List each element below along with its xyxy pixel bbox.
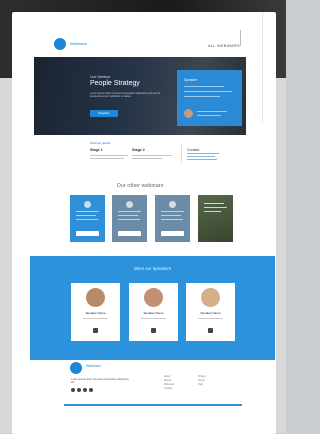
webinar-text-line	[204, 211, 221, 213]
speaker-role-line	[141, 318, 166, 320]
webinar-card-button[interactable]	[161, 231, 184, 236]
hero-tag: Live Webinar	[90, 75, 111, 79]
nav-separator	[240, 30, 241, 46]
webinar-icon	[126, 201, 133, 208]
footer-link[interactable]: Events	[164, 379, 171, 382]
speaker-profile: Speaker Name	[71, 283, 120, 341]
info-section-label: Webinar details	[90, 141, 111, 145]
webinar-card[interactable]	[155, 195, 190, 242]
info-link-line[interactable]	[187, 159, 217, 161]
speaker-profile: Speaker Name	[186, 283, 235, 341]
footer-description: Lorem ipsum dolor sit amet consectetur a…	[71, 378, 129, 385]
webinar-text-line	[204, 203, 224, 205]
speaker-avatar	[184, 109, 193, 118]
info-col2-line	[132, 155, 172, 157]
speaker-text-line	[184, 86, 224, 88]
logo-text[interactable]: Webinars	[70, 41, 87, 46]
info-col1-line	[90, 158, 124, 160]
footer-link[interactable]: Contact	[164, 387, 172, 390]
nav-all-webinars-link[interactable]: ALL WEBINARS	[208, 43, 240, 48]
webinars-title: Our other webinars	[116, 183, 164, 189]
speaker-role-line	[83, 318, 108, 320]
linkedin-icon[interactable]	[208, 328, 213, 333]
footer-link[interactable]: Privacy	[198, 375, 206, 378]
webinar-card-button[interactable]	[118, 231, 141, 236]
speaker-avatar	[86, 288, 105, 307]
frame-edge-line	[262, 12, 263, 122]
speaker-role-line	[198, 318, 223, 320]
speaker-name-line	[197, 111, 227, 113]
speakers-title: Meet our speakers	[133, 266, 172, 271]
footer-accent-bar	[64, 404, 242, 406]
webinar-text-line	[204, 207, 227, 209]
webinar-text-line	[161, 215, 181, 217]
speaker-name: Speaker Name	[143, 311, 164, 315]
webinar-text-line	[76, 219, 98, 221]
info-link-line[interactable]	[187, 153, 219, 155]
info-separator	[181, 145, 182, 163]
speaker-text-line	[184, 91, 232, 93]
footer-logo-icon[interactable]	[70, 362, 82, 374]
webinar-icon	[169, 201, 176, 208]
webinar-text-line	[76, 215, 96, 217]
webinar-card[interactable]	[70, 195, 105, 242]
webinar-text-line	[118, 219, 140, 221]
speaker-name: Speaker Name	[85, 311, 106, 315]
youtube-icon[interactable]	[89, 388, 93, 392]
twitter-icon[interactable]	[77, 388, 81, 392]
speaker-text-line	[184, 96, 220, 98]
webinar-text-line	[161, 211, 184, 213]
footer-logo-text[interactable]: Webinars	[86, 364, 101, 368]
footer-link[interactable]: Webinars	[164, 383, 174, 386]
speaker-avatar	[144, 288, 163, 307]
footer-link[interactable]: About	[164, 375, 170, 378]
speaker-avatar	[201, 288, 220, 307]
linkedin-icon[interactable]	[83, 388, 87, 392]
linkedin-icon[interactable]	[151, 328, 156, 333]
facebook-icon[interactable]	[71, 388, 75, 392]
webinar-card[interactable]	[198, 195, 233, 242]
webinar-text-line	[118, 215, 138, 217]
info-col3-title: Contact	[187, 148, 200, 152]
info-col1-title: Stage 1	[90, 148, 103, 152]
webinar-card-button[interactable]	[76, 231, 99, 236]
linkedin-icon[interactable]	[93, 328, 98, 333]
speaker-card: Speaker	[177, 70, 242, 126]
webinar-text-line	[118, 211, 141, 213]
speaker-heading: Speaker	[184, 78, 198, 82]
hero-title: People Strategy	[90, 80, 140, 87]
speaker-name: Speaker Name	[200, 311, 221, 315]
speaker-profile: Speaker Name	[129, 283, 178, 341]
speaker-role-line	[197, 115, 221, 117]
webinar-text-line	[161, 219, 183, 221]
info-col2-title: Stage 2	[132, 148, 145, 152]
logo-icon[interactable]	[54, 38, 66, 50]
webinar-icon	[84, 201, 91, 208]
info-col1-line	[90, 155, 128, 157]
info-col2-line	[132, 158, 162, 160]
register-button[interactable]: Register	[90, 110, 118, 117]
footer-link[interactable]: Help	[198, 383, 203, 386]
footer-link[interactable]: Terms	[198, 379, 205, 382]
webinar-text-line	[76, 211, 99, 213]
hero-description: Lorem ipsum dolor sit amet consectetur a…	[90, 92, 161, 99]
info-link-line[interactable]	[187, 156, 215, 158]
webinar-card[interactable]	[112, 195, 147, 242]
